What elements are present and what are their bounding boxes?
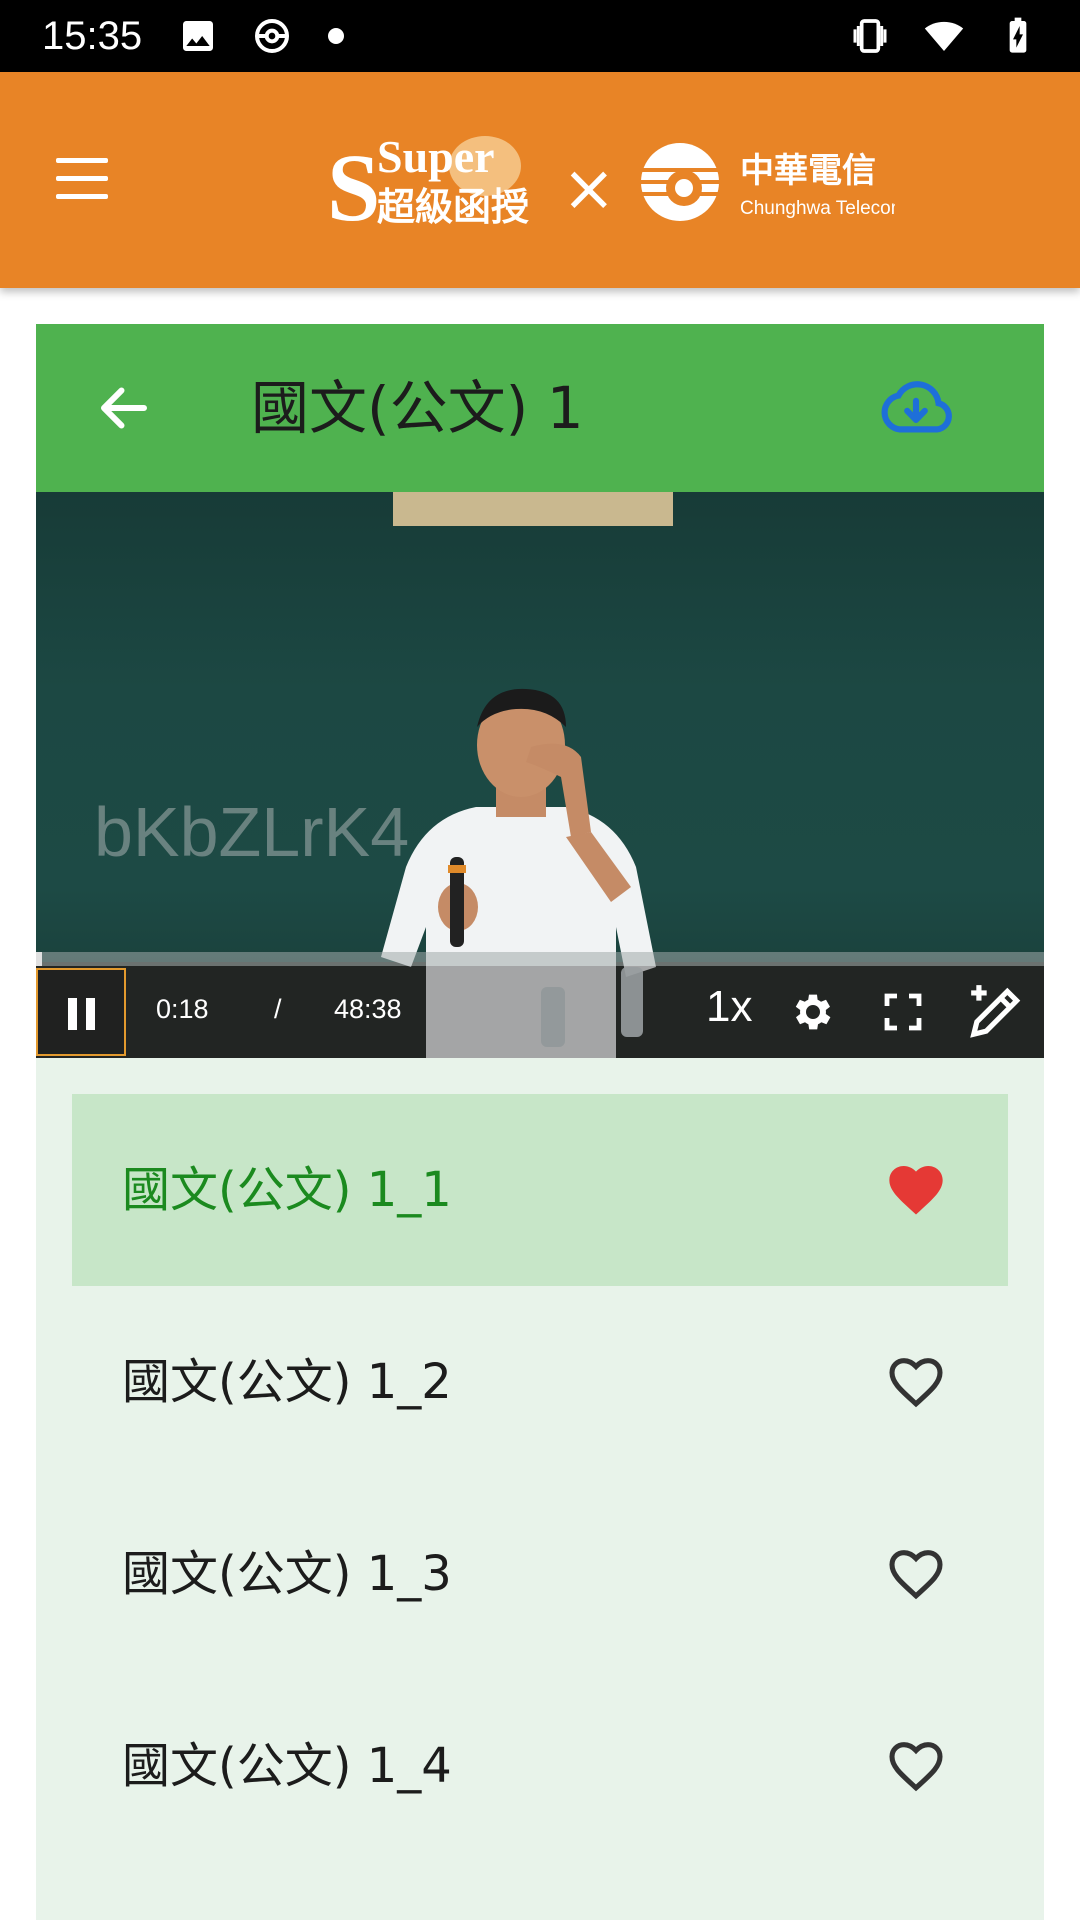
menu-button[interactable] xyxy=(52,148,114,210)
video-controls: 0:18 / 48:38 1x xyxy=(36,966,1044,1058)
playlist-item-label: 國文(公文) 1_1 xyxy=(122,1162,452,1218)
current-time: 0:18 xyxy=(156,994,209,1024)
arrow-back-icon xyxy=(101,387,147,429)
pause-button[interactable] xyxy=(36,968,126,1056)
back-button[interactable] xyxy=(92,378,156,438)
settings-icon[interactable] xyxy=(789,988,837,1036)
dot-icon xyxy=(328,28,345,44)
status-notification-icons xyxy=(178,16,346,56)
video-ceiling-fixture xyxy=(393,492,673,526)
vibrate-icon xyxy=(853,19,887,53)
lesson-title: 國文(公文) 1 xyxy=(251,374,584,442)
image-icon xyxy=(183,21,214,51)
lesson-card: 國文(公文) 1 bKbZLrK4 0:18 / 48:38 1x 國文(公文)… xyxy=(36,324,1044,1920)
heart-outline-icon[interactable] xyxy=(884,1734,948,1798)
svg-text:Chunghwa Telecom: Chunghwa Telecom xyxy=(740,198,895,219)
brand-logo: S Super 超級函授 × 中華電信 Chunghwa Telecom xyxy=(325,131,907,241)
edit-note-icon[interactable] xyxy=(966,980,1028,1042)
cloud-download-icon xyxy=(881,381,952,433)
playlist-item[interactable]: 國文(公文) 1_1 xyxy=(72,1094,1008,1286)
status-time: 15:35 xyxy=(42,13,143,58)
playlist-item-label: 國文(公文) 1_3 xyxy=(122,1546,452,1602)
wifi-icon xyxy=(924,21,964,51)
playlist-item[interactable]: 國文(公文) 1_4 xyxy=(72,1670,1008,1862)
playlist-item-label: 國文(公文) 1_4 xyxy=(122,1738,452,1794)
playback-speed-button[interactable]: 1x xyxy=(706,982,752,1032)
svg-text:Super: Super xyxy=(377,132,495,182)
heart-outline-icon[interactable] xyxy=(884,1350,948,1414)
lesson-header: 國文(公文) 1 xyxy=(36,324,1044,492)
status-bar: 15:35 xyxy=(0,0,1080,72)
svg-text:×: × xyxy=(562,152,616,226)
time-separator: / xyxy=(274,994,282,1024)
fullscreen-icon[interactable] xyxy=(879,988,927,1036)
total-duration: 48:38 xyxy=(334,994,402,1024)
playlist-item[interactable]: 國文(公文) 1_3 xyxy=(72,1478,1008,1670)
video-watermark: bKbZLrK4 xyxy=(94,793,410,871)
playlist-item[interactable]: 國文(公文) 1_2 xyxy=(72,1286,1008,1478)
playlist-item-label: 國文(公文) 1_2 xyxy=(122,1354,452,1410)
sync-icon xyxy=(255,19,290,53)
video-player[interactable]: bKbZLrK4 0:18 / 48:38 1x xyxy=(36,492,1044,1058)
status-system-icons xyxy=(850,16,1038,56)
heart-outline-icon[interactable] xyxy=(884,1542,948,1606)
download-button[interactable] xyxy=(878,378,954,438)
super-chunghwa-logo: S Super 超級函授 × 中華電信 Chunghwa Telecom xyxy=(327,131,907,241)
svg-text:超級函授: 超級函授 xyxy=(377,185,529,229)
battery-charging-icon xyxy=(1009,17,1027,53)
svg-text:中華電信: 中華電信 xyxy=(740,151,876,191)
playlist: 國文(公文) 1_1 國文(公文) 1_2 國文(公文) 1_3 國文(公文) … xyxy=(72,1094,1008,1862)
video-progress-bar[interactable] xyxy=(36,952,1044,966)
svg-text:S: S xyxy=(327,134,380,232)
video-progress-fill xyxy=(36,952,43,966)
app-bar: S Super 超級函授 × 中華電信 Chunghwa Telecom xyxy=(0,72,1080,288)
heart-filled-icon[interactable] xyxy=(884,1158,948,1222)
